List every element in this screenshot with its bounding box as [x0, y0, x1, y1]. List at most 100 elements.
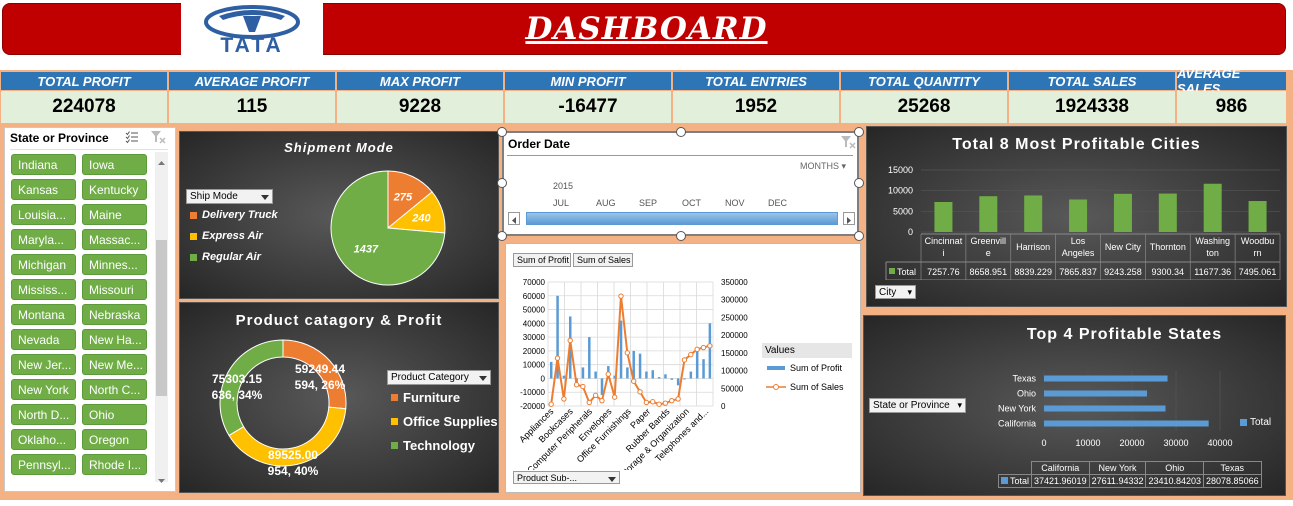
timeline-scroll-left-icon[interactable]	[508, 212, 520, 225]
slicer-item[interactable]: Minnes...	[82, 254, 147, 275]
state-value: 37421.96019	[1031, 474, 1090, 488]
slicer-item[interactable]: Massac...	[82, 229, 147, 250]
sales-point	[548, 401, 554, 407]
y-tick-label: 70000	[523, 278, 546, 287]
slicer-item[interactable]: Iowa	[82, 154, 147, 175]
slicer-item[interactable]: Rhode I...	[82, 454, 147, 475]
slicer-item[interactable]: Missouri	[82, 279, 147, 300]
slicer-item[interactable]: New Jer...	[11, 354, 76, 375]
timeline-month[interactable]: OCT	[682, 198, 701, 208]
profit-bar	[683, 378, 686, 380]
timeline-level-selector[interactable]: MONTHS ▾	[800, 161, 846, 172]
timeline-month[interactable]: JUL	[553, 198, 569, 208]
y-tick-label: 10000	[888, 186, 913, 196]
profit-bar	[702, 359, 705, 379]
slicer-item[interactable]: Nevada	[11, 329, 76, 350]
slicer-item[interactable]: North D...	[11, 404, 76, 425]
x-tick-label: 30000	[1163, 438, 1188, 448]
city-bar	[1069, 199, 1088, 232]
timeline-month[interactable]: NOV	[725, 198, 745, 208]
values-legend-title: Values	[765, 345, 795, 356]
slicer-item[interactable]: Oregon	[82, 429, 147, 450]
y2-tick-label: 200000	[721, 331, 748, 340]
product-donut-chart: 59249.44 594, 26% 89525.00 954, 40% 75303.15…	[212, 339, 347, 478]
resize-handle-mr[interactable]	[854, 178, 864, 188]
states-bar-chart: 0 10000 20000 30000 40000 California New York O…	[998, 371, 1233, 448]
city-name: rn	[1254, 248, 1262, 258]
slicer-item[interactable]: Maine	[82, 204, 147, 225]
sales-point	[618, 293, 624, 299]
sales-point	[624, 350, 631, 356]
resize-handle-ml[interactable]	[497, 178, 507, 188]
slicer-item[interactable]: Nebraska	[82, 304, 147, 325]
state-bar	[1044, 390, 1148, 397]
slicer-item[interactable]: Pennsyl...	[11, 454, 76, 475]
slicer-item[interactable]: Oklaho...	[11, 429, 76, 450]
kpi-value: 986	[1177, 91, 1286, 123]
slicer-item[interactable]: Maryla...	[11, 229, 76, 250]
slicer-item[interactable]: Ohio	[82, 404, 147, 425]
row-label: Total	[897, 267, 916, 277]
profit-bar	[626, 367, 629, 379]
resize-handle-br[interactable]	[854, 231, 864, 241]
legend-swatch	[391, 418, 398, 425]
dropdown-arrow-icon	[261, 195, 269, 200]
product-category-filter[interactable]: Product Category	[387, 370, 491, 385]
slicer-item[interactable]: New Ha...	[82, 329, 147, 350]
timeline-divider	[507, 155, 853, 156]
profit-bar	[657, 377, 661, 379]
sum-of-profit-button[interactable]: Sum of Profit	[513, 253, 571, 267]
slicer-item[interactable]: Louisia...	[11, 204, 76, 225]
city-name: New City	[1105, 242, 1142, 252]
sales-point	[656, 401, 662, 407]
y2-tick-label: 150000	[721, 349, 748, 358]
timeline-clear-filter-icon[interactable]	[840, 135, 856, 149]
slicer-item[interactable]: Indiana	[11, 154, 76, 175]
slicer-item[interactable]: New Me...	[82, 354, 147, 375]
resize-handle-tr[interactable]	[854, 127, 864, 137]
pie-data-label: 1437	[354, 243, 379, 255]
y-tick-label: 20000	[523, 347, 546, 356]
scroll-up-icon[interactable]	[157, 154, 166, 165]
slicer-item[interactable]: North C...	[82, 379, 147, 400]
kpi-label: AVERAGE PROFIT	[169, 72, 335, 90]
city-filter[interactable]: City ▾	[875, 285, 916, 299]
legend-swatch	[1001, 477, 1008, 484]
scroll-down-icon[interactable]	[157, 472, 166, 483]
sales-point	[561, 396, 567, 402]
resize-handle-bc[interactable]	[676, 231, 686, 241]
slicer-item[interactable]: Mississ...	[11, 279, 76, 300]
ship-mode-filter[interactable]: Ship Mode	[186, 189, 273, 204]
slicer-item[interactable]: Kentucky	[82, 179, 147, 200]
slicer-scroll-thumb[interactable]	[156, 240, 167, 396]
donut-data-label: 89525.00	[268, 448, 318, 462]
profit-bar	[638, 353, 642, 379]
clear-filter-icon[interactable]	[150, 130, 166, 144]
timeline-scroll-right-icon[interactable]	[843, 212, 855, 225]
profit-bar	[708, 323, 712, 379]
slicer-item[interactable]: New York	[11, 379, 76, 400]
product-subcategory-filter[interactable]: Product Sub-...	[513, 471, 620, 484]
timeline-month[interactable]: SEP	[639, 198, 657, 208]
profit-bar	[581, 367, 585, 379]
resize-handle-tc[interactable]	[676, 127, 686, 137]
city-bar	[979, 196, 998, 232]
resize-handle-tl[interactable]	[497, 127, 507, 137]
profit-bar	[670, 378, 674, 380]
sales-point	[605, 371, 611, 377]
timeline-selection-bar[interactable]	[526, 212, 838, 225]
timeline-month[interactable]: AUG	[596, 198, 616, 208]
resize-handle-bl[interactable]	[497, 231, 507, 241]
sum-of-sales-button[interactable]: Sum of Sales	[573, 253, 633, 267]
sum-of-sales-label: Sum of Sales	[577, 255, 631, 265]
slicer-item[interactable]: Michigan	[11, 254, 76, 275]
timeline-month[interactable]: DEC	[768, 198, 787, 208]
slicer-item[interactable]: Kansas	[11, 179, 76, 200]
slicer-item[interactable]: Montana	[11, 304, 76, 325]
city-bar	[934, 202, 953, 232]
state-filter[interactable]: State or Province ▾	[869, 398, 966, 413]
y2-tick-label: 300000	[721, 296, 748, 305]
spacer-band	[0, 55, 1293, 70]
multi-select-icon[interactable]	[125, 130, 139, 144]
pie-data-label: 240	[411, 213, 431, 225]
